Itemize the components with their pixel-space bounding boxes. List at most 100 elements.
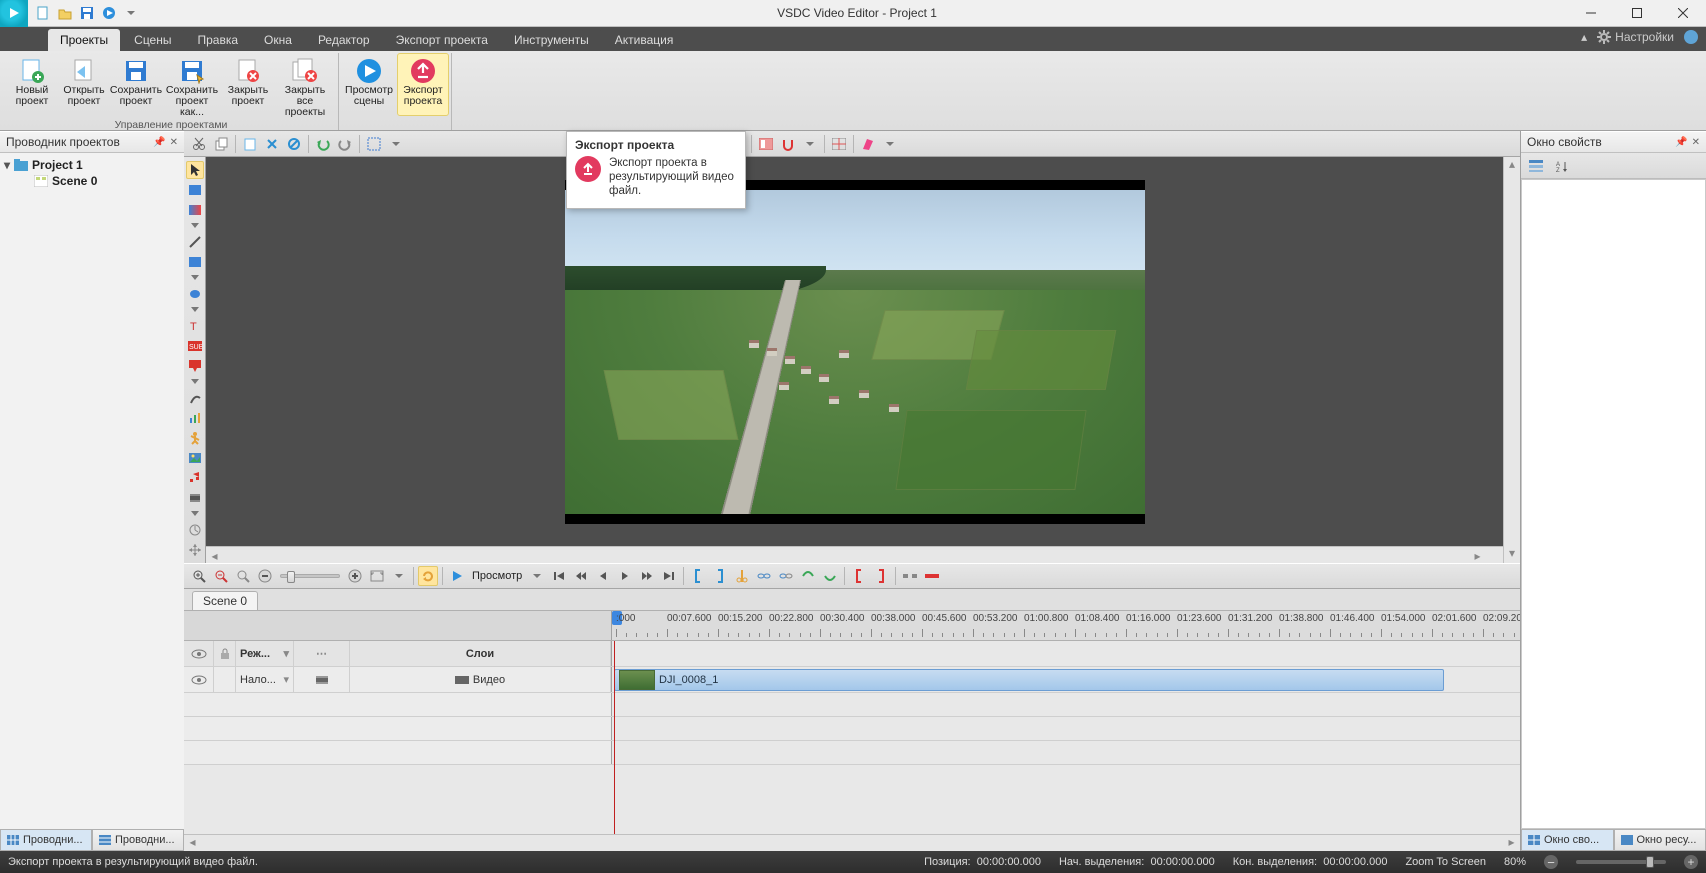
close-icon[interactable]: ✕	[1692, 137, 1700, 148]
eye-column-icon[interactable]	[184, 641, 214, 666]
next-icon[interactable]	[615, 566, 635, 586]
preview-h-scroll[interactable]: ◂ ▸	[206, 546, 1503, 563]
zoom-in-icon[interactable]	[189, 566, 209, 586]
status-zoom-slider[interactable]	[1576, 860, 1666, 864]
preview-v-scroll[interactable]: ▴ ▾	[1503, 157, 1520, 563]
fit-icon[interactable]	[367, 566, 387, 586]
pin-icon[interactable]: 📌	[153, 137, 165, 148]
chart-icon[interactable]	[186, 409, 204, 427]
animation-icon[interactable]	[186, 429, 204, 447]
loop-icon[interactable]	[418, 566, 438, 586]
prev-icon[interactable]	[593, 566, 613, 586]
ribbon-tab-editor[interactable]: Редактор	[306, 29, 382, 51]
tooltip-icon[interactable]	[186, 357, 204, 375]
vt-drop-5[interactable]	[186, 509, 204, 519]
new-project-button[interactable]: Новый проект	[6, 53, 58, 119]
line-icon[interactable]	[186, 233, 204, 251]
close-all-button[interactable]: Закрыть все проекты	[274, 53, 336, 119]
right-tab-2[interactable]: Окно ресу...	[1614, 829, 1706, 851]
ribbon-tab-projects[interactable]: Проекты	[48, 29, 120, 51]
ribbon-tab-tools[interactable]: Инструменты	[502, 29, 601, 51]
qat-play-icon[interactable]	[100, 4, 118, 22]
timeline-h-scroll[interactable]: ◂ ▸	[184, 834, 1520, 851]
export-project-button[interactable]: Экспорт проекта	[397, 53, 449, 116]
timeline-ruler[interactable]: :00000:07.60000:15.20000:22.80000:30.400…	[184, 611, 1520, 641]
help-icon[interactable]	[1684, 30, 1698, 44]
bracket-out-icon[interactable]	[710, 566, 730, 586]
status-zoom-out-icon[interactable]: −	[1544, 855, 1558, 869]
paste-icon[interactable]	[240, 134, 260, 154]
cursor-icon[interactable]	[186, 161, 204, 179]
left-tab-1[interactable]: Проводни...	[0, 829, 92, 851]
split-icon[interactable]	[732, 566, 752, 586]
last-icon[interactable]	[659, 566, 679, 586]
video-icon[interactable]	[186, 489, 204, 507]
image-icon[interactable]	[186, 449, 204, 467]
marker-drop-icon[interactable]	[880, 134, 900, 154]
ribbon-tab-edit[interactable]: Правка	[186, 29, 251, 51]
red-bracket2-icon[interactable]	[871, 566, 891, 586]
open-project-button[interactable]: Открыть проект	[58, 53, 110, 119]
tree-root[interactable]: ▾ Project 1	[4, 157, 180, 173]
undo-icon[interactable]	[313, 134, 333, 154]
zoom-out-icon[interactable]	[211, 566, 231, 586]
pen-icon[interactable]	[186, 389, 204, 407]
close-button[interactable]	[1660, 0, 1706, 27]
qat-save-icon[interactable]	[78, 4, 96, 22]
save-as-button[interactable]: Сохранить проект как...	[162, 53, 222, 119]
scroll-right-icon[interactable]: ▸	[1469, 547, 1486, 564]
preview-drop-icon[interactable]	[527, 566, 547, 586]
video-clip[interactable]: DJI_0008_1	[614, 669, 1444, 691]
save-project-button[interactable]: Сохранить проект	[110, 53, 162, 119]
ribbon-tab-export[interactable]: Экспорт проекта	[384, 29, 500, 51]
ellipse-icon[interactable]	[186, 285, 204, 303]
unlink-icon[interactable]	[776, 566, 796, 586]
playhead-line[interactable]	[614, 641, 615, 834]
lock-column-icon[interactable]	[214, 641, 236, 666]
categorize-icon[interactable]	[1526, 156, 1546, 176]
next-fast-icon[interactable]	[637, 566, 657, 586]
link-icon[interactable]	[754, 566, 774, 586]
disable-icon[interactable]	[284, 134, 304, 154]
move-icon[interactable]	[186, 541, 204, 559]
join-icon[interactable]	[922, 566, 942, 586]
vt-drop-2[interactable]	[186, 273, 204, 283]
track-eye-icon[interactable]	[184, 667, 214, 692]
qat-open-icon[interactable]	[56, 4, 74, 22]
select-all-icon[interactable]	[364, 134, 384, 154]
zoom-slider[interactable]	[280, 574, 340, 578]
right-tab-1[interactable]: Окно сво...	[1521, 829, 1614, 851]
preview-scene-button[interactable]: Просмотр сцены	[341, 53, 397, 116]
pin-icon[interactable]: 📌	[1675, 137, 1687, 148]
qat-dropdown-icon[interactable]	[122, 4, 140, 22]
scroll-right-icon[interactable]: ▸	[1503, 835, 1520, 852]
first-icon[interactable]	[549, 566, 569, 586]
track-lock-icon[interactable]	[214, 667, 236, 692]
maximize-button[interactable]	[1614, 0, 1660, 27]
sort-icon[interactable]: AZ	[1552, 156, 1572, 176]
vt-drop-1[interactable]	[186, 221, 204, 231]
counter-icon[interactable]	[186, 521, 204, 539]
snap-drop-icon[interactable]	[800, 134, 820, 154]
scene-tab-0[interactable]: Scene 0	[192, 591, 258, 610]
play-icon[interactable]	[447, 566, 467, 586]
redo-icon[interactable]	[335, 134, 355, 154]
shape-icon[interactable]	[186, 253, 204, 271]
text-icon[interactable]: T	[186, 317, 204, 335]
copy-icon[interactable]	[211, 134, 231, 154]
zoom-fit-icon[interactable]	[233, 566, 253, 586]
zoom-plus-icon[interactable]	[345, 566, 365, 586]
gradient-icon[interactable]	[186, 201, 204, 219]
close-project-button[interactable]: Закрыть проект	[222, 53, 274, 119]
dropdown-icon[interactable]	[386, 134, 406, 154]
ribbon-collapse-icon[interactable]: ▴	[1581, 30, 1587, 44]
snap-icon[interactable]	[778, 134, 798, 154]
scroll-left-icon[interactable]: ◂	[184, 835, 201, 852]
left-tab-2[interactable]: Проводни...	[92, 829, 184, 851]
audio-icon[interactable]	[186, 469, 204, 487]
scroll-down-icon[interactable]: ▾	[1504, 546, 1520, 563]
scroll-up-icon[interactable]: ▴	[1504, 157, 1520, 174]
speed-fast-icon[interactable]	[820, 566, 840, 586]
speed-slow-icon[interactable]	[798, 566, 818, 586]
scroll-left-icon[interactable]: ◂	[206, 547, 223, 564]
